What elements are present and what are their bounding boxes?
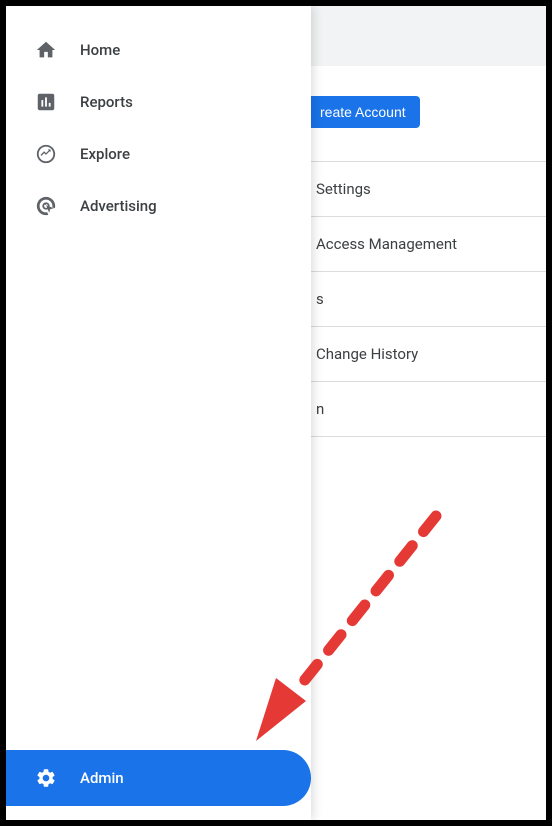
sidebar-item-label: Explore [80, 145, 130, 163]
sidebar-item-advertising[interactable]: Advertising [6, 180, 311, 232]
sidebar-item-reports[interactable]: Reports [6, 76, 311, 128]
home-icon [34, 38, 58, 62]
settings-item-label: Access Management [316, 235, 457, 253]
settings-panel: Settings Access Management s Change Hist… [306, 161, 546, 437]
create-account-label: reate Account [320, 104, 406, 120]
sidebar: Home Reports Explore Advertising [6, 6, 311, 820]
settings-item-change-history[interactable]: Change History [306, 327, 546, 382]
settings-item-label: Settings [316, 180, 371, 198]
sidebar-item-label: Advertising [80, 197, 157, 215]
sidebar-item-label: Home [80, 41, 120, 59]
settings-item-access-management[interactable]: Access Management [306, 217, 546, 272]
sidebar-item-home[interactable]: Home [6, 24, 311, 76]
sidebar-item-admin[interactable]: Admin [6, 750, 311, 806]
sidebar-item-explore[interactable]: Explore [6, 128, 311, 180]
settings-item-trash-can[interactable]: n [306, 382, 546, 437]
settings-item-label: n [316, 400, 324, 418]
settings-item-label: s [316, 290, 324, 308]
settings-item-label: Change History [316, 345, 418, 363]
sidebar-top: Home Reports Explore Advertising [6, 6, 311, 232]
trending-icon [34, 142, 58, 166]
sidebar-item-label: Reports [80, 93, 133, 111]
settings-item-filters[interactable]: s [306, 272, 546, 327]
create-account-button[interactable]: reate Account [306, 96, 420, 128]
settings-item-account-settings[interactable]: Settings [306, 162, 546, 217]
topbar [306, 6, 546, 66]
gear-icon [34, 766, 58, 790]
target-click-icon [34, 194, 58, 218]
bar-chart-icon [34, 90, 58, 114]
sidebar-item-label: Admin [80, 769, 124, 787]
